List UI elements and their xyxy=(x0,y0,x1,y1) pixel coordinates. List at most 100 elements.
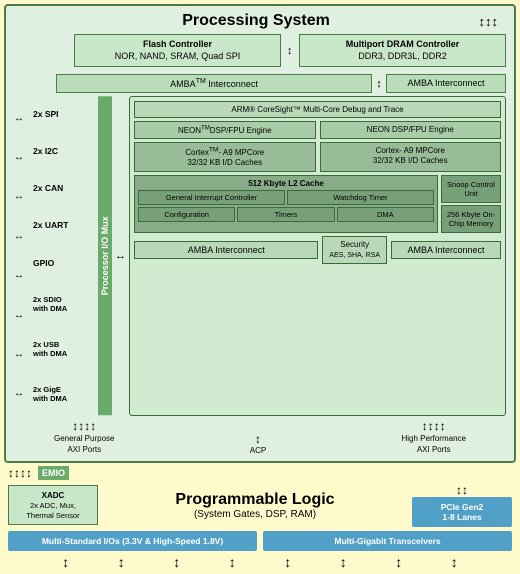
watchdog-box: Watchdog Timer xyxy=(287,190,434,205)
snoop-onchip-col: Snoop Control Unit 256 Kbyte On-Chip Mem… xyxy=(441,175,501,233)
left-arrow-4: ↔ xyxy=(14,231,30,242)
l2-sub-row1: General Interrupt Controller Watchdog Ti… xyxy=(138,190,434,205)
flash-controller: Flash Controller NOR, NAND, SRAM, Quad S… xyxy=(74,34,281,67)
peripheral-spi: 2x SPI xyxy=(33,109,95,119)
left-arrow-5: ↔ xyxy=(14,270,30,281)
coresight-box: ARM® CoreSight™ Multi-Core Debug and Tra… xyxy=(134,101,501,118)
cortex-right-label: Cortex- A9 MPCore32/32 KB I/D Caches xyxy=(373,146,448,165)
bottom-arrow-3: ↕ xyxy=(173,554,180,570)
pcie-label: PCIe Gen21-8 Lanes xyxy=(441,502,484,522)
timers-label: Timers xyxy=(275,210,298,219)
outer-container: Processing System ↕↕↕ Flash Controller N… xyxy=(0,0,520,574)
top-right-arrows: ↕↕↕ xyxy=(479,14,499,29)
peripheral-usb: 2x USBwith DMA xyxy=(33,340,95,358)
peripheral-uart-label: 2x UART xyxy=(33,220,68,230)
acp-arrows: ↕ xyxy=(250,432,266,446)
io-std-right: Multi-Gigabit Transceivers xyxy=(263,531,512,551)
peripheral-spi-label: 2x SPI xyxy=(33,109,59,119)
bottom-arrow-1: ↕ xyxy=(62,554,69,570)
neon-row: NEONTMDSP/FPU Engine NEON DSP/FPU Engine xyxy=(134,121,501,139)
neon-left-label: NEONTMDSP/FPU Engine xyxy=(178,126,272,135)
bottom-amba-right: AMBA Interconnect xyxy=(391,241,501,259)
pcie-arrows: ↕↕ xyxy=(456,483,468,497)
timers-box: Timers xyxy=(237,207,334,222)
acp-port: ↕ ACP xyxy=(250,432,266,455)
prog-logic-subtitle: (System Gates, DSP, RAM) xyxy=(104,509,406,520)
amba-top-row: AMBATM Interconnect ↕ AMBA Interconnect xyxy=(56,74,506,93)
cortex-row: CortexTM- A9 MPCore32/32 KB I/D Caches C… xyxy=(134,142,501,172)
bottom-arrows-row: ↕ ↕ ↕ ↕ ↕ ↕ ↕ ↕ xyxy=(8,551,512,570)
peripheral-gpio-label: GPIO xyxy=(33,258,54,268)
general-interrupt-label: General Interrupt Controller xyxy=(166,193,257,202)
processing-system-title: Processing System xyxy=(135,12,377,30)
peripheral-sdio: 2x SDIOwith DMA xyxy=(33,295,95,313)
snoop-label: Snoop Control Unit xyxy=(445,180,497,198)
emio-label: EMIO xyxy=(38,466,69,480)
bottom-arrow-6: ↕ xyxy=(340,554,347,570)
gp-label: General PurposeAXI Ports xyxy=(54,434,114,455)
bottom-arrow-5: ↕ xyxy=(284,554,291,570)
left-arrow-8: ↔ xyxy=(14,388,30,399)
emio-area: ↕↕↕↕ EMIO XADC 2x ADC, Mux,Thermal Senso… xyxy=(4,463,516,570)
io-std-left-label: Multi-Standard I/Os (3.3V & High-Speed 1… xyxy=(42,536,223,546)
security-label: Security xyxy=(329,240,380,250)
left-arrow-2: ↔ xyxy=(14,152,30,163)
onchip-label: 256 Kbyte On-Chip Memory xyxy=(445,210,497,228)
l2-area: 512 Kbyte L2 Cache General Interrupt Con… xyxy=(134,175,501,233)
peripheral-gige-label: 2x GigEwith DMA xyxy=(33,385,67,403)
bottom-arrow-4: ↕ xyxy=(229,554,236,570)
dram-controller: Multiport DRAM Controller DDR3, DDR3L, D… xyxy=(299,34,506,67)
pcie-box: PCIe Gen21-8 Lanes xyxy=(412,497,512,527)
bottom-arrow-8: ↕ xyxy=(451,554,458,570)
bottom-amba-row: AMBA Interconnect Security AES, SHA, RSA… xyxy=(134,236,501,263)
peripheral-i2c-label: 2x I2C xyxy=(33,146,58,156)
l2-sub-row2: Configuration Timers DMA xyxy=(138,207,434,222)
peripheral-gige: 2x GigEwith DMA xyxy=(33,385,95,403)
peripheral-uart: 2x UART xyxy=(33,220,95,230)
bottom-amba-left-label: AMBA Interconnect xyxy=(188,245,265,255)
left-arrow-7: ↔ xyxy=(14,349,30,360)
peripheral-can-label: 2x CAN xyxy=(33,183,63,193)
coresight-label: ARM® CoreSight™ Multi-Core Debug and Tra… xyxy=(231,105,403,114)
processing-system-box: Processing System ↕↕↕ Flash Controller N… xyxy=(4,4,516,463)
emio-arrows: ↕↕↕↕ xyxy=(8,466,32,480)
cortex-left: CortexTM- A9 MPCore32/32 KB I/D Caches xyxy=(134,142,316,172)
gp-arrows: ↕↕↕↕ xyxy=(54,419,114,435)
general-interrupt-box: General Interrupt Controller xyxy=(138,190,285,205)
security-subtitle: AES, SHA, RSA xyxy=(329,251,380,260)
left-arrow-3: ↔ xyxy=(14,191,30,202)
prog-logic-title: Programmable Logic xyxy=(104,491,406,509)
io-std-left: Multi-Standard I/Os (3.3V & High-Speed 1… xyxy=(8,531,257,551)
acp-label: ACP xyxy=(250,446,266,455)
xadc-title: XADC xyxy=(15,490,91,501)
peripheral-can: 2x CAN xyxy=(33,183,95,193)
peripheral-i2c: 2x I2C xyxy=(33,146,95,156)
xadc-subtitle: 2x ADC, Mux,Thermal Sensor xyxy=(15,501,91,521)
left-arrow-1: ↔ xyxy=(14,113,30,124)
onchip-memory-box: 256 Kbyte On-Chip Memory xyxy=(441,205,501,233)
bottom-amba-left: AMBA Interconnect xyxy=(134,241,318,259)
pcie-col: ↕↕ PCIe Gen21-8 Lanes xyxy=(412,483,512,527)
peripheral-gpio: GPIO xyxy=(33,258,95,268)
peripheral-sdio-label: 2x SDIOwith DMA xyxy=(33,295,67,313)
io-peripherals: 2x SPI 2x I2C 2x CAN 2x UART GPIO 2x SDI… xyxy=(33,96,95,415)
neon-right-label: NEON DSP/FPU Engine xyxy=(367,125,454,134)
amba-interconnect-left: AMBATM Interconnect xyxy=(56,74,372,93)
prog-logic-title-area: Programmable Logic (System Gates, DSP, R… xyxy=(104,491,406,520)
dma-box: DMA xyxy=(337,207,434,222)
emio-row: ↕↕↕↕ EMIO xyxy=(8,466,512,480)
peripheral-usb-label: 2x USBwith DMA xyxy=(33,340,67,358)
xadc-prog-pcie-row: XADC 2x ADC, Mux,Thermal Sensor Programm… xyxy=(8,483,512,527)
neon-right: NEON DSP/FPU Engine xyxy=(320,121,502,139)
main-area: ↔ ↔ ↔ ↔ ↔ ↔ ↔ ↔ 2x SPI 2x I2C 2x CAN xyxy=(14,96,506,415)
cortex-right: Cortex- A9 MPCore32/32 KB I/D Caches xyxy=(320,142,502,172)
l2-cache-title: 512 Kbyte L2 Cache xyxy=(138,179,434,188)
amba-arrow: ↕ xyxy=(376,78,382,90)
neon-left: NEONTMDSP/FPU Engine xyxy=(134,121,316,139)
controllers-row: Flash Controller NOR, NAND, SRAM, Quad S… xyxy=(14,34,506,67)
watchdog-label: Watchdog Timer xyxy=(333,193,387,202)
io-arm-arrow: ↔ xyxy=(115,96,126,415)
security-box: Security AES, SHA, RSA xyxy=(322,236,387,263)
io-mux-label: Processor I/O Mux xyxy=(98,96,112,415)
arm-inner-box: ARM® CoreSight™ Multi-Core Debug and Tra… xyxy=(129,96,506,415)
